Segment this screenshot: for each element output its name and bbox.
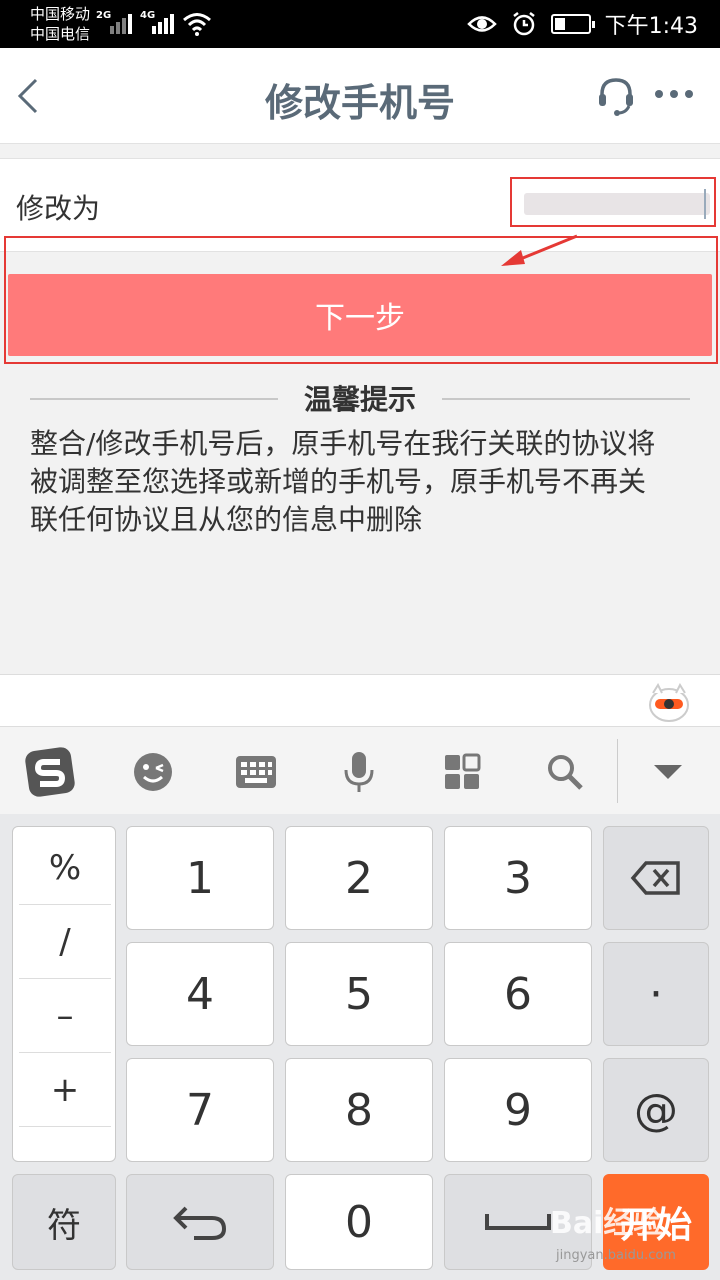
toolbar-separator	[617, 739, 618, 803]
key-1[interactable]: 1	[126, 826, 274, 930]
app-header: 修改手机号	[0, 48, 720, 144]
blurred-value	[524, 193, 710, 215]
modify-to-label: 修改为	[16, 192, 101, 225]
tips-line: 整合/修改手机号后，原手机号在我行关联的协议将	[30, 427, 656, 460]
search-icon[interactable]	[538, 745, 592, 799]
carrier-1: 中国移动	[30, 5, 91, 23]
keyboard-toolbar	[0, 726, 720, 814]
backspace-icon	[630, 861, 680, 895]
key-at[interactable]: @	[603, 1058, 709, 1162]
status-time: 下午1:43	[604, 14, 698, 39]
battery-icon	[550, 14, 595, 34]
wifi-icon	[183, 13, 211, 36]
mascot-icon[interactable]	[648, 683, 690, 723]
key-4[interactable]: 4	[126, 942, 274, 1046]
symbol-column: % / – +	[12, 826, 116, 1162]
key-dot[interactable]: ·	[603, 942, 709, 1046]
sogou-logo-icon[interactable]	[23, 745, 77, 799]
baidu-watermark: Bai经验	[550, 1206, 664, 1241]
more-icon[interactable]	[655, 90, 693, 98]
backspace-key[interactable]	[603, 826, 709, 930]
keyboard-candidate-bar	[0, 674, 720, 726]
alarm-icon	[512, 12, 535, 36]
return-icon	[173, 1206, 227, 1240]
signal-icon-2	[152, 12, 174, 34]
key-9[interactable]: 9	[444, 1058, 592, 1162]
baidu-watermark-url: jingyan.baidu.com	[556, 1248, 676, 1263]
key-7[interactable]: 7	[126, 1058, 274, 1162]
key-6[interactable]: 6	[444, 942, 592, 1046]
tips-line: 被调整至您选择或新增的手机号，原手机号不再关	[30, 465, 647, 498]
eye-icon	[466, 16, 497, 32]
key-slash[interactable]: /	[19, 905, 111, 979]
key-3[interactable]: 3	[444, 826, 592, 930]
key-8[interactable]: 8	[285, 1058, 433, 1162]
network-type-1: 2G	[96, 10, 112, 21]
tips-text: 整合/修改手机号后，原手机号在我行关联的协议将 被调整至您选择或新增的手机号，原…	[30, 425, 700, 539]
signal-icon	[110, 12, 132, 34]
text-caret	[704, 189, 706, 219]
status-bar: 中国移动 中国电信 2G 4G 下午1:43	[0, 0, 720, 48]
key-minus[interactable]: –	[19, 979, 111, 1053]
tips-title: 温馨提示	[303, 383, 416, 416]
symbols-key[interactable]: 符	[12, 1174, 116, 1270]
mic-icon[interactable]	[332, 745, 386, 799]
collapse-icon[interactable]	[641, 745, 695, 799]
key-5[interactable]: 5	[285, 942, 433, 1046]
carrier-info: 中国移动 中国电信	[30, 4, 90, 44]
next-step-button[interactable]: 下一步	[8, 274, 712, 356]
apps-icon[interactable]	[435, 745, 489, 799]
key-plus[interactable]: +	[19, 1053, 111, 1127]
keyboard-icon[interactable]	[229, 745, 283, 799]
key-0[interactable]: 0	[285, 1174, 433, 1270]
carrier-2: 中国电信	[30, 25, 91, 43]
return-key[interactable]	[126, 1174, 274, 1270]
tips-line: 联任何协议且从您的信息中删除	[30, 503, 423, 536]
phone-input[interactable]	[510, 177, 716, 227]
key-2[interactable]: 2	[285, 826, 433, 930]
emoji-icon[interactable]	[126, 745, 180, 799]
space-icon	[485, 1214, 551, 1230]
status-right: 下午1:43	[466, 8, 698, 40]
key-percent[interactable]: %	[19, 831, 111, 905]
headset-icon[interactable]	[596, 76, 636, 116]
